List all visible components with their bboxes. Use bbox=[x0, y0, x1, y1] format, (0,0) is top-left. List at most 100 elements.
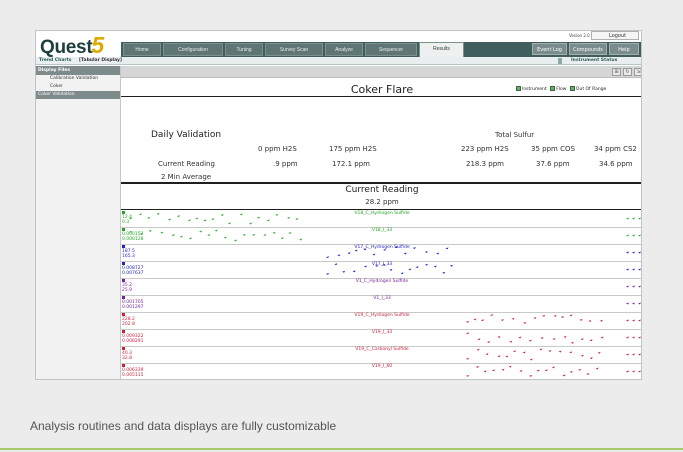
trace-point bbox=[626, 217, 629, 220]
logo-digit: 5 bbox=[91, 32, 104, 58]
trace-point bbox=[188, 237, 192, 240]
current-value-2: 218.3 ppm bbox=[466, 160, 504, 168]
trace-point bbox=[400, 272, 404, 275]
instrument-status-icon bbox=[558, 58, 562, 64]
trace-point bbox=[372, 253, 376, 256]
trace-point bbox=[553, 314, 557, 317]
tab-analyze[interactable]: Analyze bbox=[325, 43, 363, 56]
trend-charts-link[interactable]: Trend Charts bbox=[39, 58, 71, 63]
tab-survey-scan[interactable]: Survey Scan bbox=[265, 43, 323, 56]
trace-point bbox=[638, 302, 641, 305]
trace-point bbox=[475, 365, 479, 368]
trace-point bbox=[445, 247, 449, 250]
application-window: Quest5 Vesion 2.0 Logout Home Configurat… bbox=[35, 30, 642, 380]
trace-point bbox=[501, 368, 505, 371]
trace-point bbox=[491, 369, 495, 372]
trace-row: V19_C_Hydrogen Sulfide 228.2 202.8 bbox=[121, 312, 641, 330]
legend-swatch-flow bbox=[550, 86, 556, 91]
trace-point bbox=[326, 256, 329, 259]
sidebar-item-coker[interactable]: Coker bbox=[36, 83, 120, 91]
trace-point bbox=[490, 314, 494, 317]
trace-point bbox=[519, 370, 523, 373]
trace-point bbox=[207, 233, 211, 236]
trace-point bbox=[626, 268, 629, 271]
tab-results[interactable]: Results bbox=[419, 42, 464, 58]
trace-point bbox=[167, 218, 171, 221]
trace-plot bbox=[466, 348, 641, 361]
help-button[interactable]: Help bbox=[609, 43, 639, 55]
compounds-button[interactable]: Compounds bbox=[569, 43, 607, 55]
trace-point bbox=[632, 285, 635, 288]
figure-caption: Analysis routines and data displays are … bbox=[30, 419, 337, 433]
status-legend: Instrument Flow Out Of Range bbox=[514, 86, 606, 92]
trace-point bbox=[632, 302, 635, 305]
trace-point bbox=[638, 285, 641, 288]
display-panel: Coker Flare Instrument Flow Out Of Range… bbox=[121, 78, 641, 379]
trace-point bbox=[242, 233, 246, 236]
trace-row: V19_C_Carbonyl Sulfide 40.3 32.8 bbox=[121, 346, 641, 364]
trace-row: V18_I_33 0.000152 0.000128 bbox=[121, 227, 641, 245]
trace-point bbox=[528, 339, 532, 342]
trace-point bbox=[239, 213, 243, 216]
sidebar-item-calibration-validation[interactable]: Calibration Validation bbox=[36, 75, 120, 83]
current-value-4: 34.6 ppm bbox=[599, 160, 633, 168]
export-icon[interactable]: ⇲ bbox=[634, 68, 641, 76]
trace-point bbox=[342, 270, 346, 273]
trace-point bbox=[632, 268, 635, 271]
trace-point bbox=[233, 239, 237, 242]
trace-point bbox=[626, 353, 629, 356]
trace-point bbox=[466, 320, 469, 323]
instrument-status-link[interactable]: Instrument Status bbox=[571, 58, 617, 63]
trace-point bbox=[403, 252, 407, 255]
zoom-icon[interactable]: ⊞ bbox=[612, 68, 621, 76]
trace-point bbox=[544, 369, 548, 372]
refresh-icon[interactable]: ↻ bbox=[623, 68, 632, 76]
trace-point bbox=[394, 246, 398, 249]
version-label: Vesion 2.0 bbox=[569, 33, 590, 38]
trace-point bbox=[638, 268, 641, 271]
legend-swatch-instrument bbox=[516, 86, 521, 91]
sub-navigation: Trend Charts [Tabular Display] Instrumen… bbox=[36, 57, 641, 65]
trace-point bbox=[389, 268, 393, 271]
trace-point bbox=[497, 336, 501, 339]
trace-point bbox=[363, 265, 367, 268]
trace-point bbox=[632, 319, 635, 322]
tabular-display-link[interactable]: [Tabular Display] bbox=[79, 58, 122, 63]
trace-point bbox=[511, 317, 515, 320]
trace-point bbox=[326, 272, 329, 275]
tab-tuning[interactable]: Tuning bbox=[225, 43, 263, 56]
trace-point bbox=[595, 367, 599, 370]
trace-point bbox=[177, 215, 181, 218]
sidebar-item-coker-validation[interactable]: Coker Validation bbox=[36, 91, 120, 99]
trace-point bbox=[337, 254, 341, 257]
trace-point bbox=[569, 351, 573, 354]
tab-home[interactable]: Home bbox=[123, 43, 161, 56]
tab-configuration[interactable]: Configuration bbox=[163, 43, 223, 56]
trace-point bbox=[632, 353, 635, 356]
trace-point bbox=[632, 336, 635, 339]
trace-point bbox=[199, 230, 203, 233]
trace-point bbox=[375, 264, 379, 267]
current-reading-title: Current Reading bbox=[345, 185, 419, 195]
trace-point bbox=[632, 370, 635, 373]
logout-link[interactable]: Logout bbox=[609, 33, 626, 39]
trace-point bbox=[129, 230, 132, 233]
trace-point bbox=[486, 340, 490, 343]
trace-point bbox=[227, 222, 231, 225]
trace-point bbox=[442, 271, 446, 274]
sidebar-header: Display Files bbox=[36, 66, 120, 75]
trace-point bbox=[477, 338, 481, 341]
trace-point bbox=[529, 358, 533, 361]
trace-point bbox=[632, 234, 635, 237]
trace-plot bbox=[466, 332, 641, 344]
trace-point bbox=[412, 246, 416, 249]
trace-point bbox=[580, 338, 584, 341]
trace-point bbox=[195, 217, 199, 220]
tab-sequencer[interactable]: Sequencer bbox=[365, 43, 417, 56]
event-log-button[interactable]: Event Log bbox=[532, 43, 567, 55]
trace-point bbox=[295, 218, 299, 221]
trace-point bbox=[570, 341, 574, 344]
trace-point bbox=[529, 374, 533, 377]
trace-point bbox=[287, 216, 291, 219]
legend-out-of-range: Out Of Range bbox=[575, 87, 607, 92]
